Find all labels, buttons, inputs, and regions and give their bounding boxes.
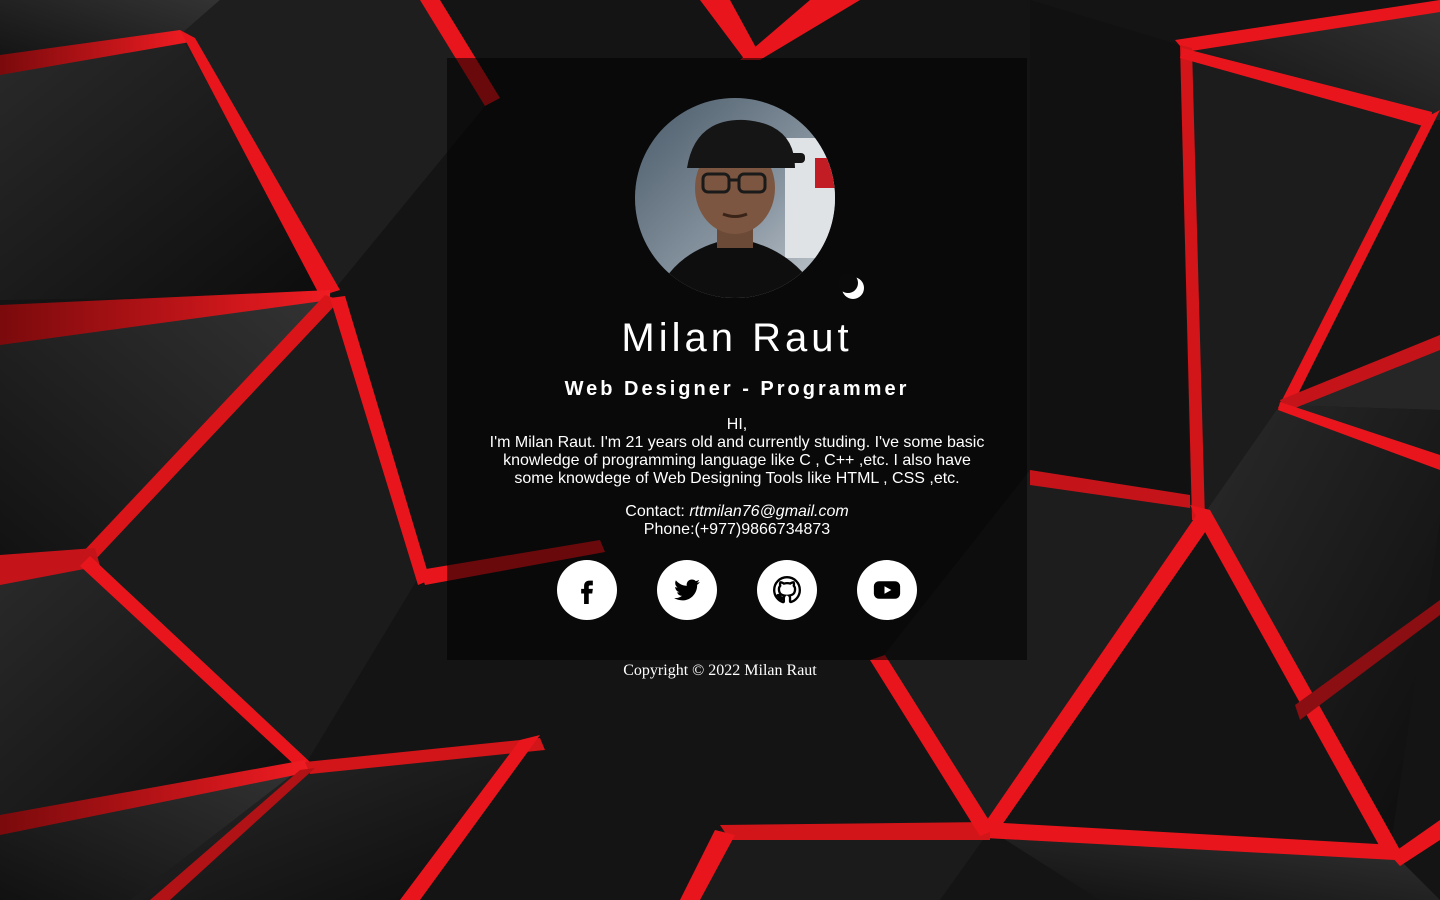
twitter-icon <box>674 579 700 601</box>
profile-bio: HI, I'm Milan Raut. I'm 21 years old and… <box>487 416 987 488</box>
contact-label: Contact: <box>625 503 685 520</box>
github-button[interactable] <box>757 560 817 620</box>
facebook-icon <box>581 580 593 604</box>
profile-card: Milan Raut Web Designer - Programmer HI,… <box>447 58 1027 660</box>
github-icon <box>773 576 801 604</box>
facebook-button[interactable] <box>557 560 617 620</box>
profile-avatar <box>635 98 835 298</box>
moon-icon <box>838 273 864 299</box>
contact-info: Contact: rttmilan76@gmail.com Phone:(+97… <box>447 503 1027 539</box>
bio-text: I'm Milan Raut. I'm 21 years old and cur… <box>489 434 985 487</box>
profile-role: Web Designer - Programmer <box>564 378 910 400</box>
theme-toggle-button[interactable] <box>838 273 867 302</box>
contact-line: Contact: rttmilan76@gmail.com <box>447 503 1027 521</box>
greeting-text: HI, <box>726 416 748 433</box>
footer-copyright: Copyright © 2022 Milan Raut <box>623 662 817 679</box>
youtube-icon <box>873 581 901 599</box>
social-links <box>557 560 917 620</box>
email-link[interactable]: rttmilan76@gmail.com <box>689 503 848 520</box>
youtube-button[interactable] <box>857 560 917 620</box>
twitter-button[interactable] <box>657 560 717 620</box>
phone-text: Phone:(+977)9866734873 <box>643 521 831 538</box>
profile-name: Milan Raut <box>621 316 853 360</box>
